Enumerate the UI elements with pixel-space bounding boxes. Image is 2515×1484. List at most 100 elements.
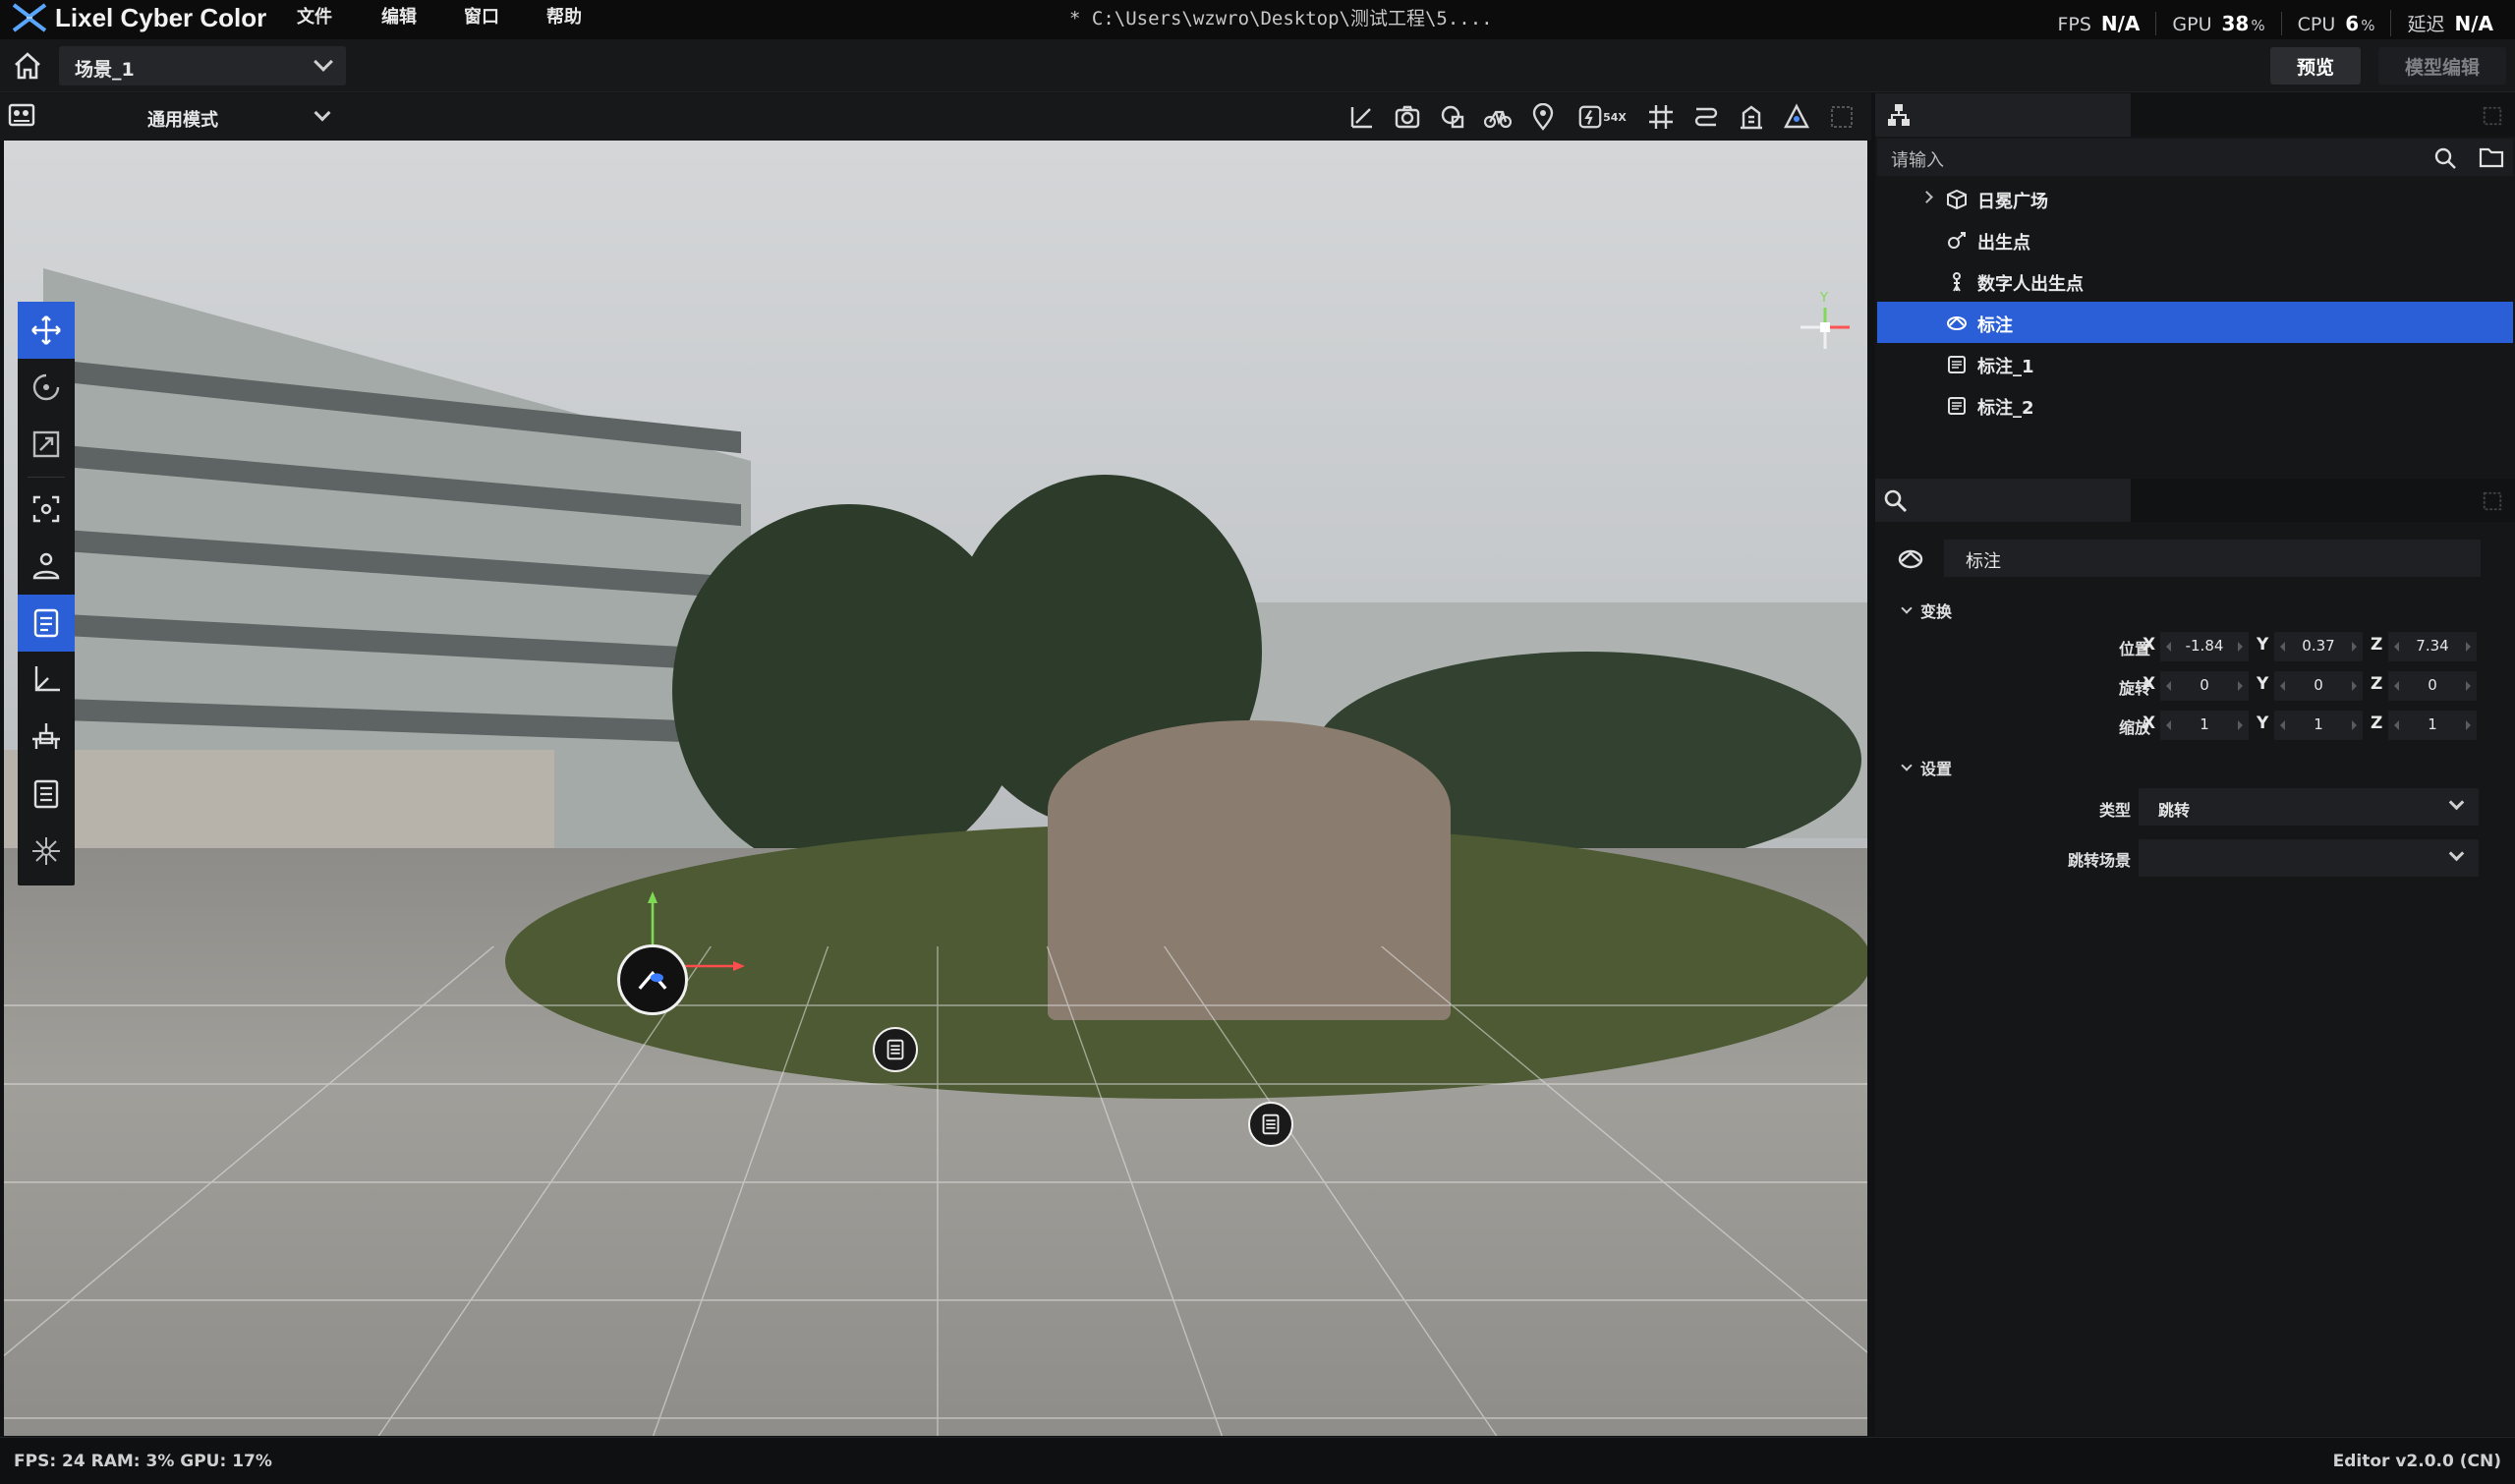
tree-item-annotation-1[interactable]: 标注_1 bbox=[1877, 343, 2513, 384]
annotation-icon bbox=[1948, 356, 1966, 373]
focus-tool[interactable] bbox=[18, 481, 75, 538]
annotation-marker-selected[interactable] bbox=[617, 944, 688, 1015]
avatar-tool[interactable] bbox=[18, 538, 75, 595]
scale-axis-z: Z bbox=[2371, 713, 2383, 733]
viewport-tool-icons: 54X bbox=[1346, 101, 1858, 133]
panel-float-icon[interactable] bbox=[2482, 105, 2503, 127]
light-icon bbox=[1784, 103, 1809, 129]
3d-viewport[interactable]: Y bbox=[4, 141, 1867, 1436]
app-name: Lixel Cyber Color bbox=[55, 2, 267, 32]
scale-z-value: 1 bbox=[2428, 715, 2437, 733]
move-tool[interactable] bbox=[18, 302, 75, 359]
menu-file[interactable]: 文件 bbox=[297, 0, 332, 31]
cube-icon bbox=[1947, 189, 1967, 210]
folder-icon[interactable] bbox=[2479, 145, 2504, 169]
grid-tool[interactable] bbox=[1645, 101, 1677, 133]
panel-float-icon[interactable] bbox=[2482, 490, 2503, 512]
section-transform-title: 变换 bbox=[1920, 602, 1953, 621]
scene-bar: 场景_1 预览 模型编辑 bbox=[0, 39, 2515, 92]
location-tool[interactable] bbox=[1527, 101, 1559, 133]
path-node-tool[interactable] bbox=[18, 709, 75, 766]
viewport-maximize[interactable] bbox=[1826, 101, 1858, 133]
object-name-field[interactable]: 标注 bbox=[1944, 540, 2481, 577]
orientation-gizmo[interactable]: Y bbox=[1791, 288, 1859, 367]
menu-window[interactable]: 窗口 bbox=[464, 0, 499, 31]
jump-scene-select[interactable] bbox=[2139, 839, 2479, 877]
scale-icon bbox=[32, 430, 60, 458]
viewport-mode-icon[interactable] bbox=[8, 103, 35, 129]
route-icon bbox=[1694, 107, 1718, 127]
rotate-tool[interactable] bbox=[18, 359, 75, 416]
chevron-down-icon bbox=[2448, 794, 2465, 811]
scale-x-input[interactable]: 1 bbox=[2160, 711, 2249, 740]
latency-label: 延迟 bbox=[2407, 14, 2445, 35]
section-transform[interactable]: 变换 bbox=[1901, 599, 1953, 622]
tree-item-label: 出生点 bbox=[1977, 233, 2030, 254]
tree-item-annotation-2[interactable]: 标注_2 bbox=[1877, 384, 2513, 426]
section-settings-title: 设置 bbox=[1920, 760, 1953, 778]
annotation-group-icon bbox=[1898, 549, 1923, 569]
grid-icon bbox=[1649, 105, 1673, 129]
jump-scene-label: 跳转场景 bbox=[2067, 851, 2131, 870]
home-icon[interactable] bbox=[12, 51, 43, 81]
section-settings[interactable]: 设置 bbox=[1901, 756, 1953, 779]
scale-z-input[interactable]: 1 bbox=[2388, 711, 2477, 740]
lighting-tool[interactable] bbox=[1781, 101, 1812, 133]
path-tool[interactable] bbox=[1690, 101, 1722, 133]
search-icon[interactable] bbox=[2433, 146, 2457, 170]
chevron-down-icon bbox=[1901, 760, 1913, 771]
inspector-header bbox=[1875, 479, 2515, 522]
scene-select-value: 场景_1 bbox=[75, 59, 135, 81]
outliner-header bbox=[1875, 93, 2515, 137]
position-x-input[interactable]: -1.84 bbox=[2160, 632, 2249, 661]
scale-y-input[interactable]: 1 bbox=[2274, 711, 2363, 740]
list-tool[interactable] bbox=[18, 766, 75, 823]
mode-select[interactable]: 通用模式 bbox=[147, 101, 338, 133]
annotation-marker-2[interactable] bbox=[1248, 1102, 1293, 1147]
rotation-z-input[interactable]: 0 bbox=[2388, 671, 2477, 701]
tab-outliner[interactable] bbox=[1875, 93, 2131, 137]
tab-inspector[interactable] bbox=[1875, 479, 2131, 522]
position-z-input[interactable]: 7.34 bbox=[2388, 632, 2477, 661]
focus-icon bbox=[32, 495, 60, 523]
annotation-tool[interactable] bbox=[18, 595, 75, 652]
speed-icon bbox=[1578, 105, 1602, 129]
annotation-icon bbox=[886, 1039, 904, 1060]
position-z-value: 7.34 bbox=[2416, 637, 2449, 655]
rotation-x-input[interactable]: 0 bbox=[2160, 671, 2249, 701]
model-edit-button[interactable]: 模型编辑 bbox=[2378, 47, 2506, 85]
scale-label: 缩放 bbox=[2118, 718, 2150, 737]
position-y-input[interactable]: 0.37 bbox=[2274, 632, 2363, 661]
annotation-icon bbox=[33, 608, 59, 638]
chevron-right-icon[interactable] bbox=[1920, 191, 1933, 203]
measure-tool[interactable] bbox=[1346, 101, 1378, 133]
building-tool[interactable] bbox=[1736, 101, 1767, 133]
outliner-search-input[interactable]: 请输入 bbox=[1877, 139, 2513, 176]
outliner-search-placeholder: 请输入 bbox=[1891, 150, 1944, 171]
preview-button[interactable]: 预览 bbox=[2270, 47, 2361, 85]
screenshot-tool[interactable] bbox=[1392, 101, 1423, 133]
rotation-y-input[interactable]: 0 bbox=[2274, 671, 2363, 701]
annotation-marker-1[interactable] bbox=[873, 1027, 918, 1072]
tree-item-spawn-point[interactable]: 出生点 bbox=[1877, 219, 2513, 260]
menu-help[interactable]: 帮助 bbox=[546, 0, 582, 31]
axis-tool[interactable] bbox=[18, 652, 75, 709]
tree-item-sundial-plaza[interactable]: 日冕广场 bbox=[1877, 178, 2513, 219]
fps-label: FPS bbox=[2057, 13, 2091, 35]
scale-tool[interactable] bbox=[18, 416, 75, 473]
menu-edit[interactable]: 编辑 bbox=[381, 0, 417, 31]
bike-tool[interactable] bbox=[1482, 101, 1514, 133]
scale-y-value: 1 bbox=[2314, 715, 2323, 733]
scene-select[interactable]: 场景_1 bbox=[59, 46, 346, 86]
camera-icon bbox=[1395, 105, 1420, 129]
type-select[interactable]: 跳转 bbox=[2139, 788, 2479, 826]
speed-tool[interactable]: 54X bbox=[1572, 101, 1631, 133]
search-icon bbox=[1884, 489, 1908, 513]
effect-tool[interactable] bbox=[18, 823, 75, 880]
shape-tool[interactable] bbox=[1437, 101, 1468, 133]
cpu-pct: % bbox=[2361, 16, 2375, 34]
tree-item-annotation[interactable]: 标注 bbox=[1877, 302, 2513, 343]
spawn-point-icon bbox=[1948, 232, 1966, 249]
tree-item-digital-human-spawn[interactable]: 数字人出生点 bbox=[1877, 260, 2513, 302]
transform-tool-strip bbox=[18, 302, 75, 885]
